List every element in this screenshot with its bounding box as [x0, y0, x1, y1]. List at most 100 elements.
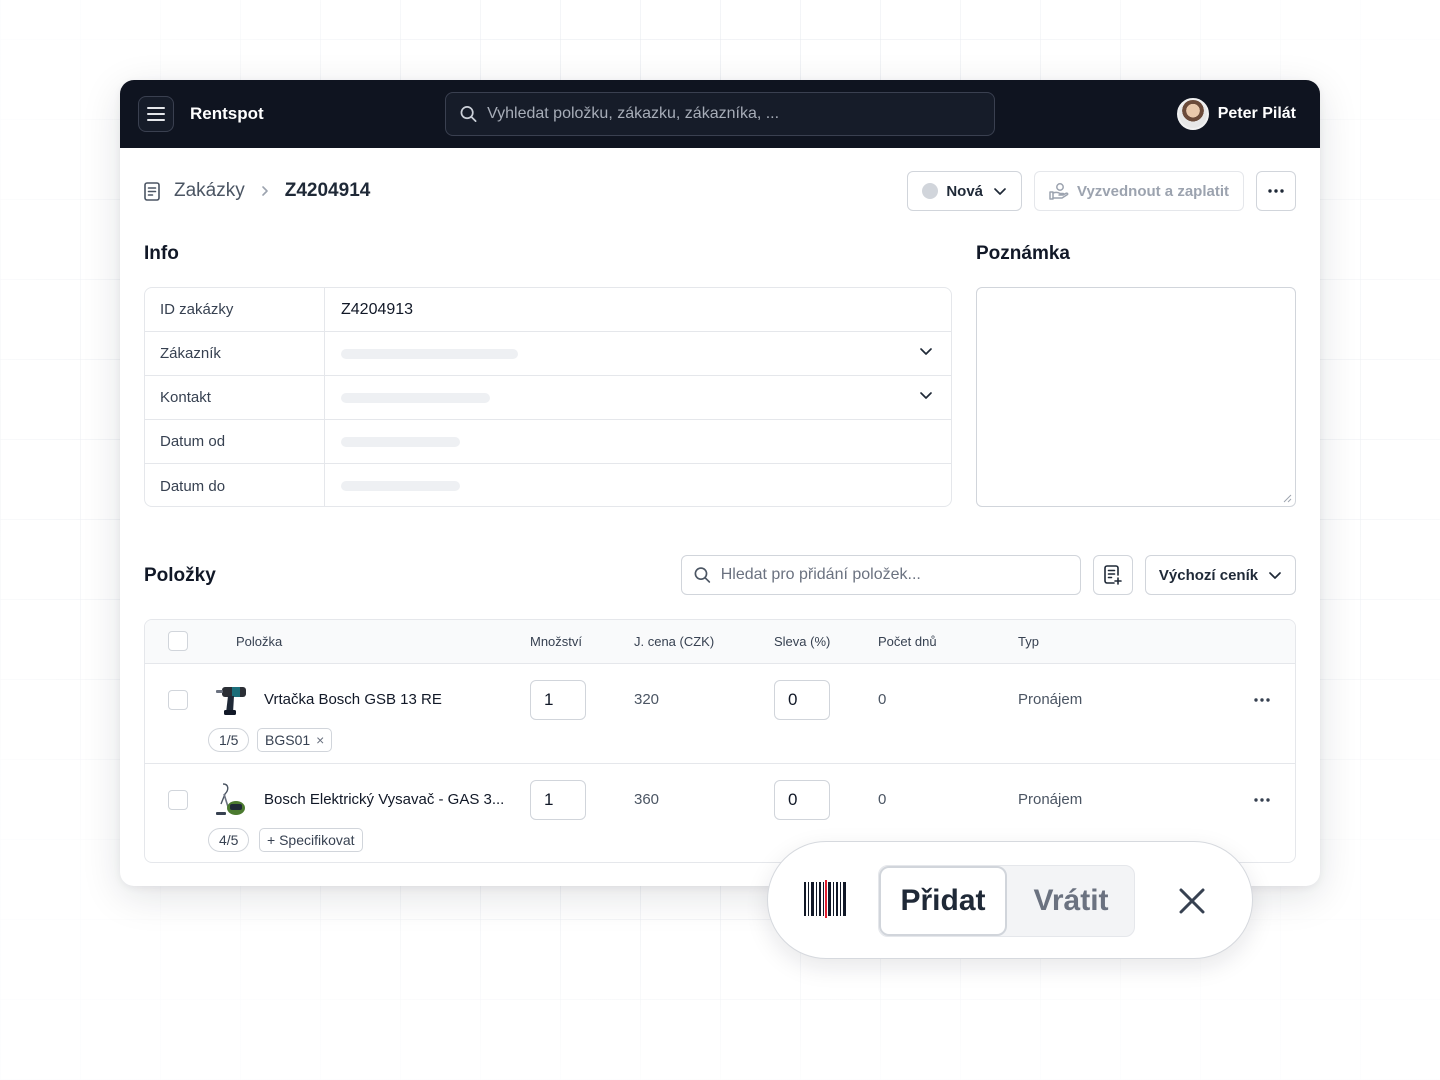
- info-label: Datum do: [145, 464, 325, 506]
- info-row-order-id: ID zakázky Z4204913: [145, 288, 951, 332]
- note-textarea[interactable]: [976, 287, 1296, 507]
- pricelist-label: Výchozí ceník: [1158, 566, 1259, 584]
- items-search-input[interactable]: [720, 566, 1068, 584]
- loading-placeholder: [341, 481, 460, 491]
- hamburger-icon: [147, 107, 165, 121]
- scan-mode-return[interactable]: Vrátit: [1007, 866, 1135, 936]
- close-icon[interactable]: [1179, 888, 1205, 914]
- status-dot: [922, 183, 939, 199]
- pricelist-dropdown[interactable]: Výchozí ceník: [1145, 555, 1296, 595]
- chevron-down-icon: [920, 348, 932, 355]
- table-row: Vrtačka Bosch GSB 13 RE 320 0 Pronájem 1…: [145, 664, 1295, 764]
- availability-badge: 4/5: [208, 828, 250, 852]
- chevron-down-icon: [1269, 571, 1281, 579]
- column-header-item: Položka: [236, 634, 283, 649]
- order-id-value[interactable]: Z4204913: [325, 288, 951, 331]
- info-label: Datum od: [145, 420, 325, 463]
- add-from-document-button[interactable]: [1093, 555, 1133, 595]
- customer-select[interactable]: [325, 332, 951, 375]
- row-more-icon[interactable]: [1254, 798, 1270, 802]
- info-row-date-to: Datum do: [145, 464, 951, 506]
- serial-tag-label: BGS01: [265, 732, 311, 748]
- item-type: Pronájem: [1018, 691, 1083, 708]
- row-more-icon[interactable]: [1254, 698, 1270, 702]
- info-row-contact: Kontakt: [145, 376, 951, 420]
- status-label: Nová: [946, 182, 984, 200]
- row-checkbox[interactable]: [168, 690, 188, 710]
- table-header: Položka Množství J. cena (CZK) Sleva (%)…: [145, 620, 1295, 664]
- discount-input[interactable]: [774, 780, 830, 820]
- quantity-input[interactable]: [530, 680, 586, 720]
- header-actions: Nová Vyzvednout a zaplatit: [907, 171, 1296, 211]
- unit-price: 320: [634, 691, 660, 708]
- global-search-input[interactable]: [487, 105, 980, 123]
- availability-badge: 1/5: [208, 728, 250, 752]
- drill-product-icon: [216, 687, 246, 715]
- pickup-and-pay-label: Vyzvednout a zaplatit: [1077, 182, 1229, 200]
- avatar: [1176, 98, 1209, 130]
- info-label: ID zakázky: [145, 288, 325, 331]
- page-header: Zakázky Z4204914 Nová Vyzvednout a zapla…: [144, 171, 1296, 211]
- remove-tag-icon[interactable]: ×: [316, 732, 324, 748]
- column-header-days: Počet dnů: [878, 634, 937, 649]
- document-icon: [144, 181, 160, 201]
- pickup-and-pay-button[interactable]: Vyzvednout a zaplatit: [1034, 171, 1244, 211]
- chevron-right-icon: [261, 186, 268, 196]
- column-header-quantity: Množství: [530, 634, 583, 649]
- hand-coin-icon: [1049, 183, 1069, 200]
- loading-placeholder: [341, 348, 518, 359]
- info-row-customer: Zákazník: [145, 332, 951, 376]
- info-label: Zákazník: [145, 332, 325, 375]
- items-title: Položky: [144, 565, 216, 586]
- top-bar: Rentspot Peter Pilát: [120, 80, 1320, 148]
- more-horizontal-icon: [1268, 189, 1284, 193]
- user-menu[interactable]: Peter Pilát: [1176, 98, 1296, 130]
- user-name: Peter Pilát: [1217, 105, 1296, 122]
- info-title: Info: [144, 243, 179, 264]
- breadcrumb: Zakázky Z4204914: [144, 180, 370, 202]
- app-window: Rentspot Peter Pilát Zakázky: [120, 80, 1320, 886]
- menu-button[interactable]: [138, 96, 174, 132]
- days-count: 0: [878, 691, 887, 708]
- search-icon: [694, 567, 711, 583]
- days-count: 0: [878, 791, 887, 808]
- global-search[interactable]: [445, 92, 995, 136]
- serial-tag: BGS01 ×: [257, 728, 333, 752]
- more-actions-button[interactable]: [1256, 171, 1296, 211]
- item-name[interactable]: Vrtačka Bosch GSB 13 RE: [264, 691, 442, 708]
- scan-mode-add[interactable]: Přidat: [879, 866, 1007, 936]
- loading-placeholder: [341, 436, 460, 447]
- info-label: Kontakt: [145, 376, 325, 419]
- items-search[interactable]: [681, 555, 1081, 595]
- quantity-input[interactable]: [530, 780, 586, 820]
- barcode-scanner-icon: [804, 880, 846, 918]
- chevron-down-icon: [920, 392, 932, 399]
- loading-placeholder: [341, 392, 490, 403]
- brand-name: Rentspot: [190, 104, 264, 123]
- date-to-field[interactable]: [325, 464, 951, 506]
- discount-input[interactable]: [774, 680, 830, 720]
- date-from-field[interactable]: [325, 420, 951, 463]
- status-dropdown[interactable]: Nová: [907, 171, 1023, 211]
- contact-select[interactable]: [325, 376, 951, 419]
- column-header-discount: Sleva (%): [774, 634, 831, 649]
- info-row-date-from: Datum od: [145, 420, 951, 464]
- document-add-icon: [1104, 565, 1122, 585]
- row-checkbox[interactable]: [168, 790, 188, 810]
- info-table: ID zakázky Z4204913 Zákazník Kontakt Dat…: [144, 287, 952, 507]
- search-icon: [460, 106, 477, 122]
- item-name[interactable]: Bosch Elektrický Vysavač - GAS 3...: [264, 791, 504, 808]
- column-header-unit-price: J. cena (CZK): [634, 634, 715, 649]
- item-type: Pronájem: [1018, 791, 1083, 808]
- select-all-checkbox[interactable]: [168, 631, 188, 651]
- chevron-down-icon: [994, 187, 1006, 195]
- items-table: Položka Množství J. cena (CZK) Sleva (%)…: [144, 619, 1296, 863]
- breadcrumb-current: Z4204914: [284, 180, 371, 201]
- unit-price: 360: [634, 791, 660, 808]
- resize-grip-icon: [1283, 494, 1292, 503]
- breadcrumb-orders-link[interactable]: Zakázky: [174, 180, 245, 202]
- vacuum-product-icon: [216, 783, 245, 815]
- scanner-toolbar: Přidat Vrátit: [767, 841, 1253, 959]
- scan-mode-toggle: Přidat Vrátit: [878, 865, 1135, 937]
- specify-button[interactable]: + Specifikovat: [259, 828, 363, 852]
